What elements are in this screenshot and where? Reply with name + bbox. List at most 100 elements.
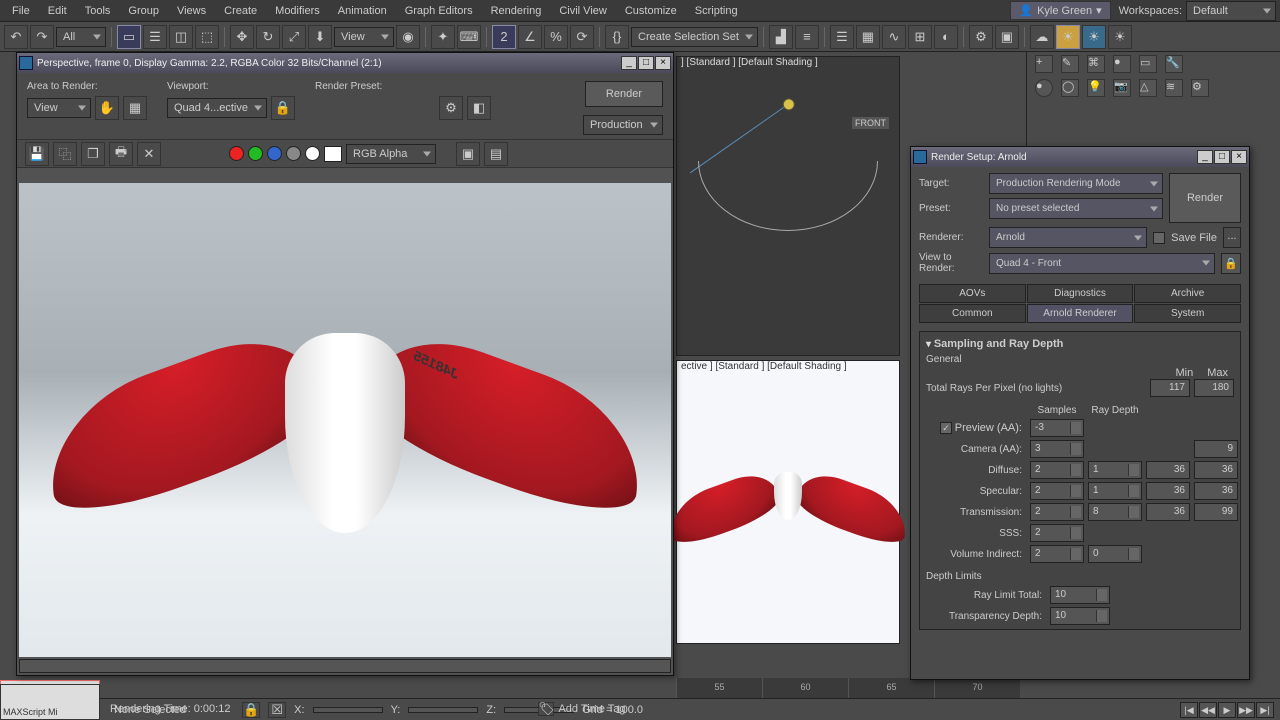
sss-samples-spinner[interactable]: 2 — [1030, 524, 1084, 542]
area-to-render-dropdown[interactable]: View — [27, 98, 91, 118]
motion-tab-icon[interactable]: ● — [1113, 55, 1131, 73]
preview-samples-spinner[interactable]: -3 — [1030, 419, 1084, 437]
selection-filter-dropdown[interactable]: All — [56, 27, 106, 47]
maximize-button[interactable]: □ — [638, 56, 654, 70]
menu-modifiers[interactable]: Modifiers — [267, 3, 328, 19]
time-tag-icon[interactable]: 🏷 — [538, 702, 554, 716]
workspace-dropdown[interactable]: Default — [1186, 1, 1276, 21]
blue-channel-icon[interactable] — [267, 146, 282, 161]
keyboard-icon[interactable]: ⌨ — [457, 25, 481, 49]
edit-named-icon[interactable]: {} — [605, 25, 629, 49]
redo-icon[interactable]: ↷ — [30, 25, 54, 49]
diffuse-samples-spinner[interactable]: 2 — [1030, 461, 1084, 479]
helpers-icon[interactable]: △ — [1139, 79, 1157, 97]
tab-system[interactable]: System — [1134, 304, 1241, 323]
maximize-button[interactable]: □ — [1214, 150, 1230, 164]
maxscript-listener[interactable]: MAXScript Mi — [0, 684, 100, 720]
print-icon[interactable]: 🖶 — [109, 142, 133, 166]
volume-depth-spinner[interactable]: 0 — [1088, 545, 1142, 563]
menu-scripting[interactable]: Scripting — [687, 3, 746, 19]
select-object-icon[interactable]: ▭ — [117, 25, 141, 49]
undo-icon[interactable]: ↶ — [4, 25, 28, 49]
menu-civil-view[interactable]: Civil View — [551, 3, 614, 19]
display-tab-icon[interactable]: ▭ — [1139, 55, 1157, 73]
render-iter-icon[interactable]: ☀ — [1082, 25, 1106, 49]
target-dropdown[interactable]: Production Rendering Mode — [989, 173, 1163, 194]
pivot-icon[interactable]: ◉ — [396, 25, 420, 49]
production-dropdown[interactable]: Production — [583, 115, 663, 135]
tab-diagnostics[interactable]: Diagnostics — [1027, 284, 1134, 303]
create-tab-icon[interactable]: + — [1035, 55, 1053, 73]
preset-dropdown[interactable]: No preset selected — [989, 198, 1163, 219]
shapes-icon[interactable]: ◯ — [1061, 79, 1079, 97]
close-button[interactable]: × — [1231, 150, 1247, 164]
toggle-ui-overlay-icon[interactable]: ▣ — [456, 142, 480, 166]
menu-tools[interactable]: Tools — [77, 3, 119, 19]
lock-view-button[interactable]: 🔒 — [1221, 253, 1241, 274]
channel-dropdown[interactable]: RGB Alpha — [346, 144, 436, 164]
specular-depth-spinner[interactable]: 1 — [1088, 482, 1142, 500]
cameras-icon[interactable]: 📷 — [1113, 79, 1131, 97]
menu-graph-editors[interactable]: Graph Editors — [397, 3, 481, 19]
tab-archive[interactable]: Archive — [1134, 284, 1241, 303]
tab-aovs[interactable]: AOVs — [919, 284, 1026, 303]
minimize-button[interactable]: _ — [621, 56, 637, 70]
save-image-icon[interactable]: 💾 — [25, 142, 49, 166]
schematic-icon[interactable]: ⊞ — [908, 25, 932, 49]
render-setup-render-button[interactable]: Render — [1169, 173, 1241, 223]
menu-views[interactable]: Views — [169, 3, 214, 19]
green-channel-icon[interactable] — [248, 146, 263, 161]
render-prod-icon[interactable]: ☀ — [1056, 25, 1080, 49]
add-time-tag-label[interactable]: Add Time Tag — [558, 703, 625, 715]
renderer-dropdown[interactable]: Arnold — [989, 227, 1147, 248]
render-button[interactable]: Render — [585, 81, 663, 107]
timeline-ruler[interactable]: 55 60 65 70 — [676, 678, 1020, 698]
systems-icon[interactable]: ⚙ — [1191, 79, 1209, 97]
render-window-titlebar[interactable]: Perspective, frame 0, Display Gamma: 2.2… — [17, 53, 673, 73]
transparency-depth-spinner[interactable]: 10 — [1050, 607, 1110, 625]
modify-tab-icon[interactable]: ✎ — [1061, 55, 1079, 73]
user-badge[interactable]: 👤 Kyle Green ▾ — [1010, 1, 1110, 20]
minimize-button[interactable]: _ — [1197, 150, 1213, 164]
horizontal-scrollbar[interactable] — [19, 659, 671, 673]
ref-coord-dropdown[interactable]: View — [334, 27, 394, 47]
view-to-render-dropdown[interactable]: Quad 4 - Front — [989, 253, 1215, 274]
diffuse-depth-spinner[interactable]: 1 — [1088, 461, 1142, 479]
angle-snap-icon[interactable]: ∠ — [518, 25, 542, 49]
clear-icon[interactable]: ✕ — [137, 142, 161, 166]
tab-arnold-renderer[interactable]: Arnold Renderer — [1027, 304, 1134, 323]
render-setup-shortcut-icon[interactable]: ⚙ — [439, 96, 463, 120]
percent-snap-icon[interactable]: % — [544, 25, 568, 49]
alpha-channel-icon[interactable] — [286, 146, 301, 161]
auto-region-icon[interactable]: ▦ — [123, 96, 147, 120]
menu-create[interactable]: Create — [216, 3, 265, 19]
manip-icon[interactable]: ✦ — [431, 25, 455, 49]
rotate-icon[interactable]: ↻ — [256, 25, 280, 49]
layer-explorer-icon[interactable]: ☰ — [830, 25, 854, 49]
geometry-icon[interactable]: ● — [1035, 79, 1053, 97]
save-file-browse-button[interactable]: ... — [1223, 227, 1241, 248]
tab-common[interactable]: Common — [919, 304, 1026, 323]
menu-rendering[interactable]: Rendering — [483, 3, 550, 19]
select-name-icon[interactable]: ☰ — [143, 25, 167, 49]
menu-animation[interactable]: Animation — [330, 3, 395, 19]
spinner-snap-icon[interactable]: ⟳ — [570, 25, 594, 49]
viewport-dropdown[interactable]: Quad 4...ective — [167, 98, 267, 118]
red-channel-icon[interactable] — [229, 146, 244, 161]
mono-channel-icon[interactable] — [305, 146, 320, 161]
mirror-icon[interactable]: ▟ — [769, 25, 793, 49]
menu-customize[interactable]: Customize — [617, 3, 685, 19]
align-icon[interactable]: ≡ — [795, 25, 819, 49]
specular-samples-spinner[interactable]: 2 — [1030, 482, 1084, 500]
volume-samples-spinner[interactable]: 2 — [1030, 545, 1084, 563]
render-setup-icon[interactable]: ⚙ — [969, 25, 993, 49]
render-setup-titlebar[interactable]: Render Setup: Arnold _ □ × — [911, 147, 1249, 167]
viewport-front[interactable]: ] [Standard ] [Default Shading ] FRONT — [676, 56, 900, 356]
move-icon[interactable]: ✥ — [230, 25, 254, 49]
preview-checkbox[interactable]: ✓ — [940, 422, 952, 434]
save-file-checkbox[interactable] — [1153, 232, 1165, 244]
menu-group[interactable]: Group — [120, 3, 167, 19]
copy-image-icon[interactable]: ⿻ — [53, 142, 77, 166]
render-frame-icon[interactable]: ▣ — [995, 25, 1019, 49]
spacewarps-icon[interactable]: ≋ — [1165, 79, 1183, 97]
